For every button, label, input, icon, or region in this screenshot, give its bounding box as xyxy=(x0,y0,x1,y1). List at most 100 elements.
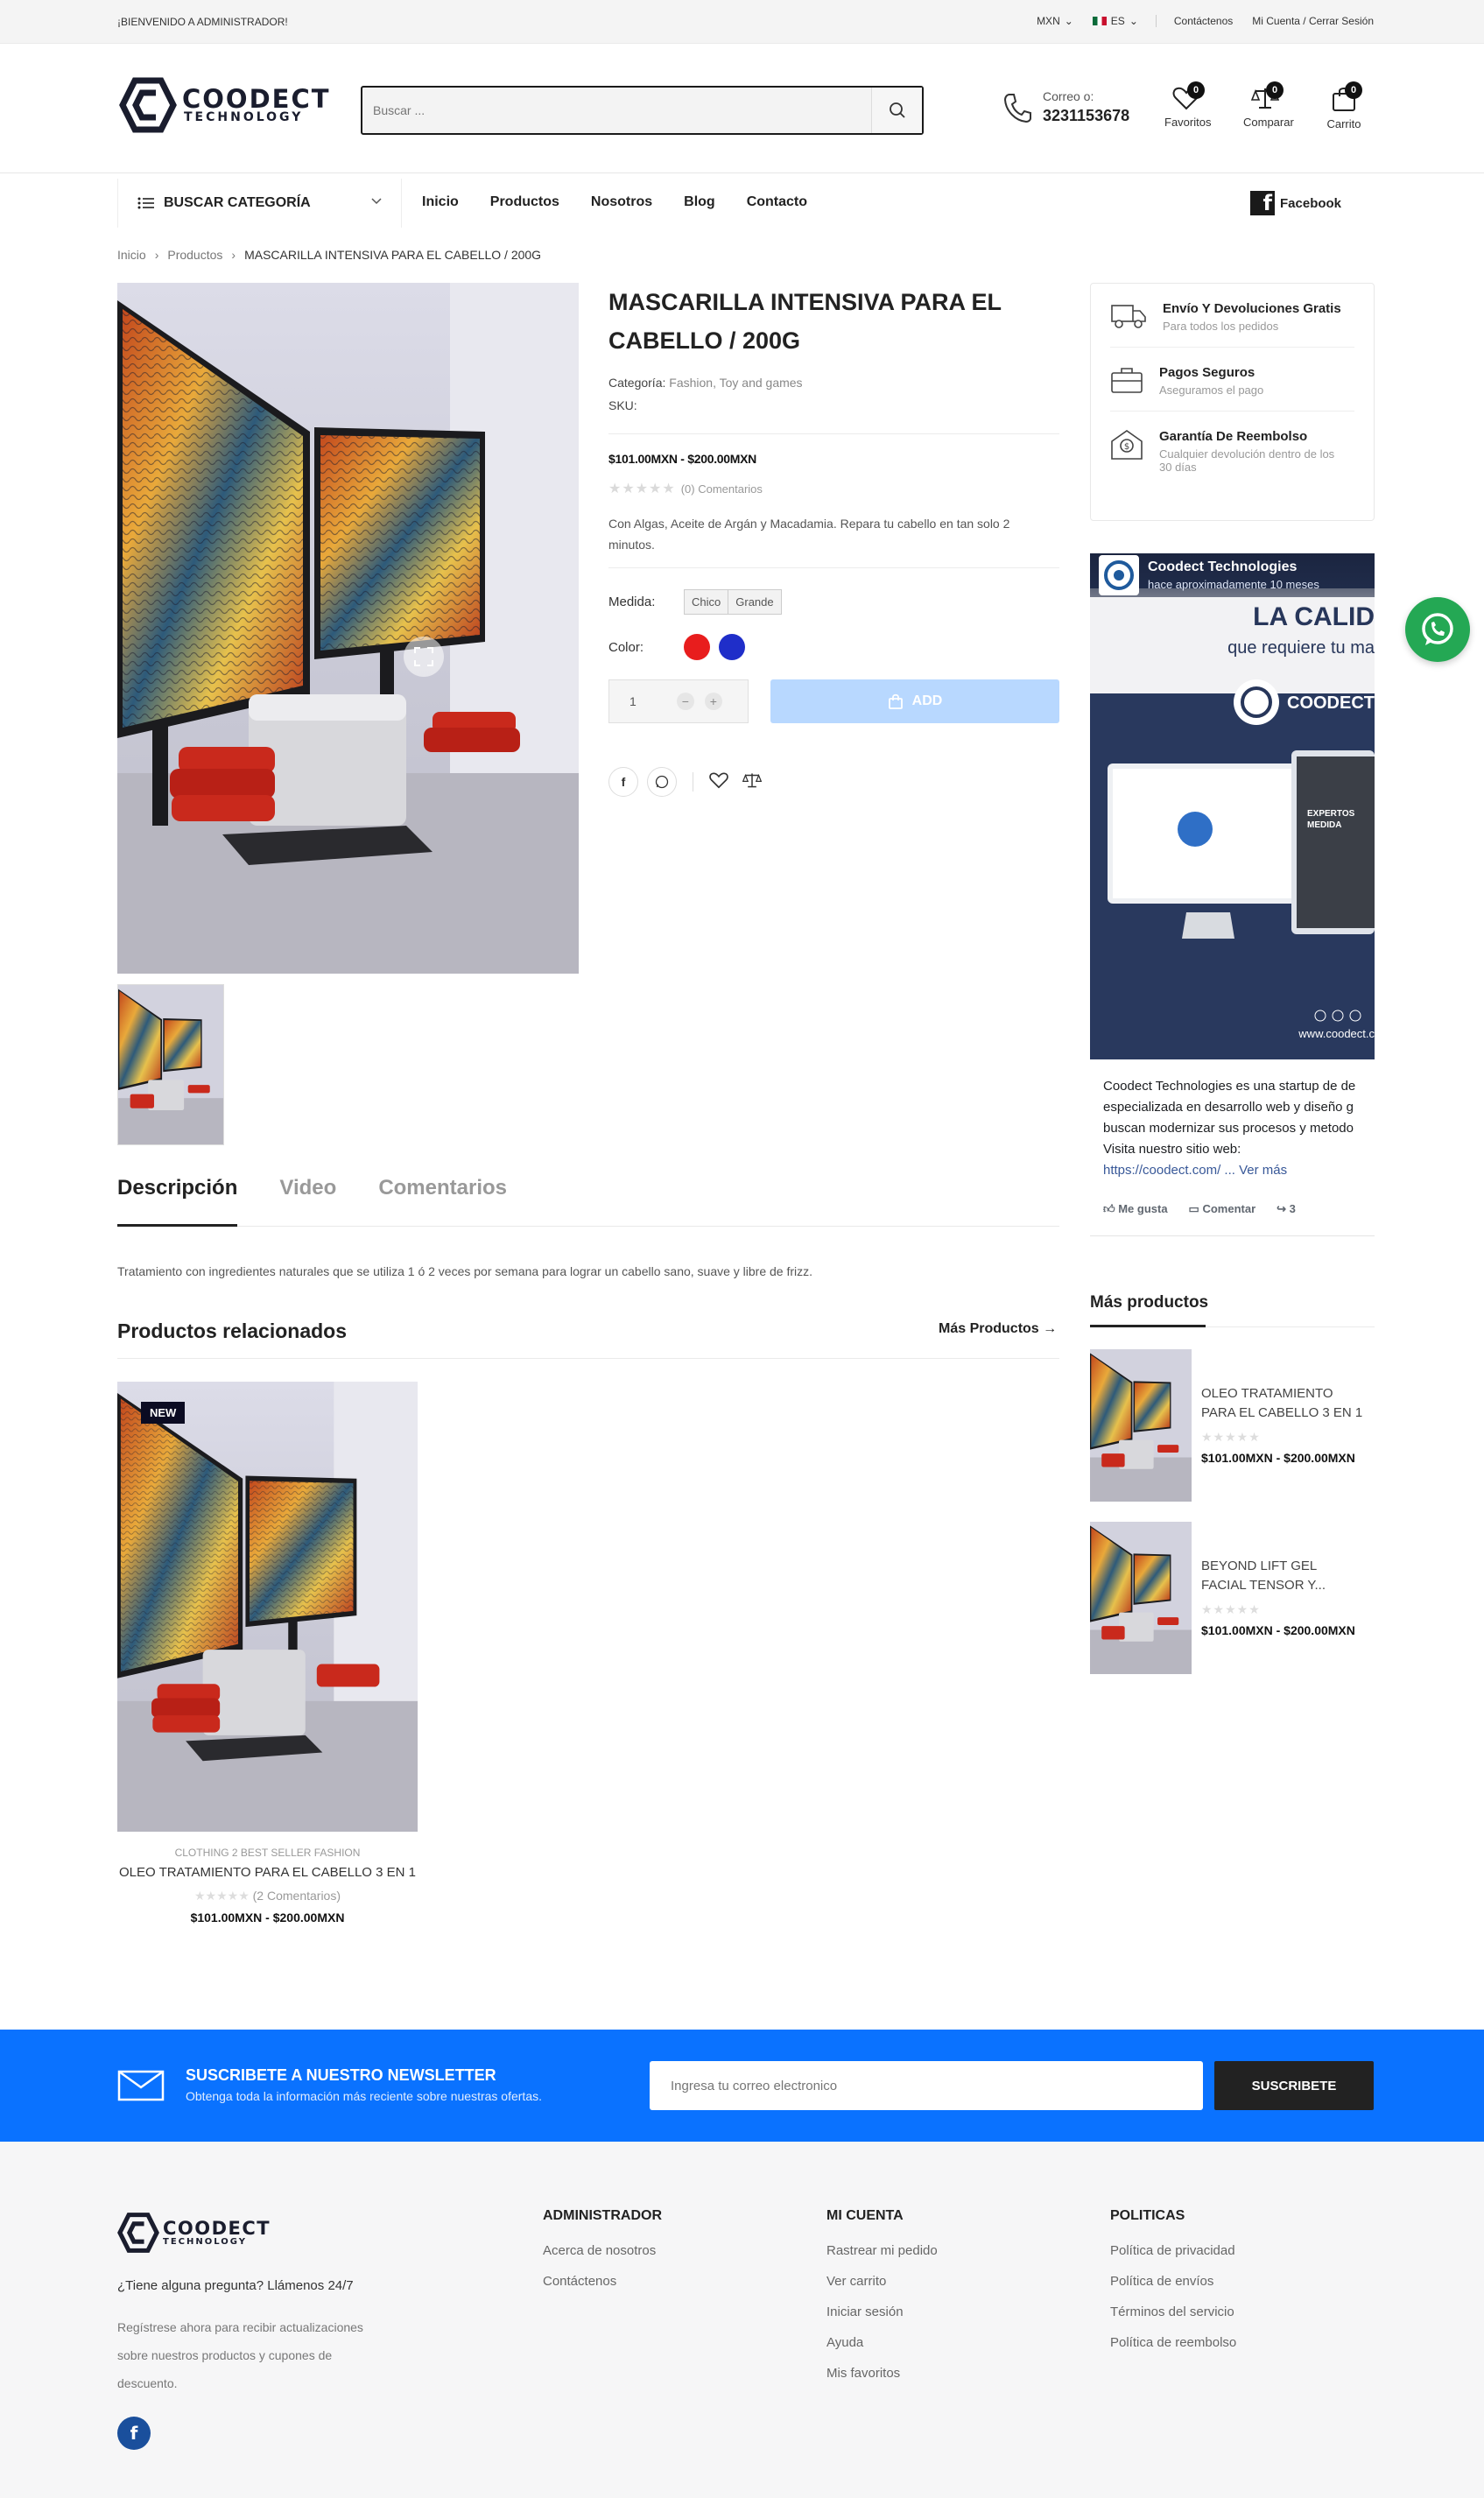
search-button[interactable] xyxy=(871,88,922,133)
share-actions: f xyxy=(608,767,763,797)
product-short-description: Con Algas, Aceite de Argán y Macadamia. … xyxy=(608,513,1059,555)
product-price: $101.00MXN - $200.00MXN xyxy=(608,452,756,466)
whatsapp-icon xyxy=(1422,613,1453,645)
nav-item-productos[interactable]: Productos xyxy=(490,194,559,210)
search-input[interactable] xyxy=(362,88,871,133)
reviews-link[interactable]: (0) Comentarios xyxy=(681,482,763,496)
language-selector[interactable]: ES ⌄ xyxy=(1092,15,1138,27)
more-products-link[interactable]: Más Productos → xyxy=(939,1321,1057,1337)
footer-link[interactable]: Ayuda xyxy=(826,2335,938,2350)
quantity-stepper[interactable]: 1 − + xyxy=(608,679,749,723)
footer-link[interactable]: Rastrear mi pedido xyxy=(826,2243,938,2258)
compare-button[interactable]: 0 Comparar xyxy=(1243,81,1294,130)
footer-link[interactable]: Ver carrito xyxy=(826,2274,938,2289)
nav-item-blog[interactable]: Blog xyxy=(684,194,715,210)
share-count-button[interactable]: ↪ 3 xyxy=(1277,1202,1296,1216)
page-avatar[interactable] xyxy=(1099,555,1139,595)
like-button[interactable]: 👍︎ Me gusta xyxy=(1103,1202,1168,1216)
tab-descripcion[interactable]: Descripción xyxy=(117,1176,238,1227)
more-product-item[interactable]: BEYOND LIFT GEL FACIAL TENSOR Y... ★★★★★ … xyxy=(1090,1522,1375,1675)
footer-link[interactable]: Mis favoritos xyxy=(826,2366,938,2381)
share-whatsapp-button[interactable] xyxy=(647,767,677,797)
footer-link[interactable]: Iniciar sesión xyxy=(826,2304,938,2319)
post-link[interactable]: https://coodect.com/ xyxy=(1103,1163,1220,1178)
comment-button[interactable]: ▭ Comentar xyxy=(1189,1202,1256,1216)
size-grande[interactable]: Grande xyxy=(728,589,782,615)
benefit-subtitle: Cualquier devolución dentro de los 30 dí… xyxy=(1159,447,1335,474)
footer-link[interactable]: Términos del servicio xyxy=(1110,2304,1236,2319)
size-chico[interactable]: Chico xyxy=(684,589,729,615)
rating-stars-icon: ★★★★★ xyxy=(608,482,676,496)
benefit-title: Pagos Seguros xyxy=(1159,365,1255,380)
currency-selector[interactable]: MXN ⌄ xyxy=(1037,15,1073,27)
nav-item-contacto[interactable]: Contacto xyxy=(747,194,807,210)
product-sku: SKU: xyxy=(608,398,637,412)
ad-headline: LA CALID xyxy=(1253,602,1375,631)
facebook-post-actions: 👍︎ Me gusta ▭ Comentar ↪ 3 xyxy=(1103,1202,1296,1216)
footer-facebook-button[interactable]: f xyxy=(117,2417,151,2450)
tab-video[interactable]: Video xyxy=(279,1176,336,1226)
footer-link[interactable]: Acerca de nosotros xyxy=(543,2243,662,2258)
breadcrumb-productos[interactable]: Productos xyxy=(167,248,222,262)
facebook-post-text: Coodect Technologies es una startup de d… xyxy=(1103,1076,1375,1181)
contact-link[interactable]: Contáctenos xyxy=(1174,15,1233,27)
logo-mark-icon xyxy=(119,77,177,133)
more-product-item[interactable]: OLEO TRATAMIENTO PARA EL CABELLO 3 EN 1 ★… xyxy=(1090,1349,1375,1502)
more-product-thumb[interactable] xyxy=(1090,1349,1192,1502)
breadcrumb-inicio[interactable]: Inicio xyxy=(117,248,146,262)
nav-item-inicio[interactable]: Inicio xyxy=(422,194,459,210)
category-link-fashion[interactable]: Fashion, xyxy=(669,376,716,390)
related-product-image[interactable]: NEW xyxy=(117,1382,418,1832)
site-logo[interactable]: COODECT TECHNOLOGY xyxy=(119,77,331,133)
product-tabs: Descripción Video Comentarios xyxy=(117,1176,1059,1227)
footer-link[interactable]: Política de privacidad xyxy=(1110,2243,1236,2258)
newsletter-email-input[interactable] xyxy=(650,2061,1203,2110)
heart-icon xyxy=(709,771,728,788)
more-product-name[interactable]: OLEO TRATAMIENTO PARA EL CABELLO 3 EN 1 xyxy=(1201,1384,1376,1423)
nav-item-nosotros[interactable]: Nosotros xyxy=(591,194,652,210)
plus-icon[interactable]: + xyxy=(704,693,722,710)
account-link[interactable]: Mi Cuenta / Cerrar Sesión xyxy=(1252,15,1374,27)
facebook-post-image[interactable]: LA CALID que requiere tu ma COODECT TEC … xyxy=(1090,553,1375,1059)
compare-count: 0 xyxy=(1266,81,1284,99)
related-product-name[interactable]: OLEO TRATAMIENTO PARA EL CABELLO 3 EN 1 xyxy=(117,1865,418,1880)
tab-comentarios[interactable]: Comentarios xyxy=(378,1176,507,1226)
see-more-link[interactable]: ... Ver más xyxy=(1224,1163,1287,1178)
zoom-button[interactable] xyxy=(404,637,444,677)
whatsapp-icon xyxy=(655,775,669,789)
share-facebook-button[interactable]: f xyxy=(608,767,638,797)
more-product-thumb[interactable] xyxy=(1090,1522,1192,1674)
more-product-name[interactable]: BEYOND LIFT GEL FACIAL TENSOR Y... xyxy=(1201,1557,1376,1595)
cart-button[interactable]: 0 Carrito xyxy=(1322,81,1366,130)
search-icon xyxy=(889,102,905,118)
related-product-reviews: (2 Comentarios) xyxy=(252,1889,341,1903)
add-to-compare-button[interactable] xyxy=(742,771,763,793)
footer-logo[interactable]: COODECT TECHNOLOGY xyxy=(117,2212,271,2254)
svg-text:$: $ xyxy=(1124,442,1129,452)
category-link-toys[interactable]: Toy and games xyxy=(720,376,803,390)
footer-link[interactable]: Política de reembolso xyxy=(1110,2335,1236,2350)
main-product-image[interactable] xyxy=(117,283,579,974)
footer-column-politicas: POLITICAS Política de privacidad Polític… xyxy=(1110,2208,1236,2366)
shopping-bag-icon xyxy=(888,693,903,709)
category-dropdown-button[interactable]: BUSCAR CATEGORÍA xyxy=(117,179,402,228)
subscribe-button[interactable]: SUSCRIBETE xyxy=(1214,2061,1374,2110)
whatsapp-float-button[interactable] xyxy=(1405,597,1470,662)
minus-icon[interactable]: − xyxy=(676,693,694,710)
add-to-wishlist-button[interactable] xyxy=(709,771,728,793)
product-rating: ★★★★★ (0) Comentarios xyxy=(608,480,1059,497)
color-swatch-red[interactable] xyxy=(684,634,710,660)
contact-phone[interactable]: 3231153678 xyxy=(1043,107,1129,125)
header-contact: Correo o: 3231153678 xyxy=(1002,89,1129,125)
facebook-post-widget[interactable]: LA CALID que requiere tu ma COODECT TEC … xyxy=(1090,553,1375,1236)
favorites-button[interactable]: 0 Favoritos xyxy=(1164,81,1211,130)
benefit-title: Garantía De Reembolso xyxy=(1159,429,1308,444)
facebook-link[interactable]: f Facebook xyxy=(1250,191,1341,215)
footer-link[interactable]: Contáctenos xyxy=(543,2274,662,2289)
footer-link[interactable]: Política de envíos xyxy=(1110,2274,1236,2289)
color-swatch-blue[interactable] xyxy=(719,634,745,660)
page-name[interactable]: Coodect Technologies xyxy=(1148,559,1319,575)
thumbnail-image[interactable] xyxy=(117,984,224,1145)
ad-graphic: LA CALID que requiere tu ma COODECT TEC … xyxy=(1090,553,1375,1059)
add-to-cart-button[interactable]: ADD xyxy=(770,679,1059,723)
